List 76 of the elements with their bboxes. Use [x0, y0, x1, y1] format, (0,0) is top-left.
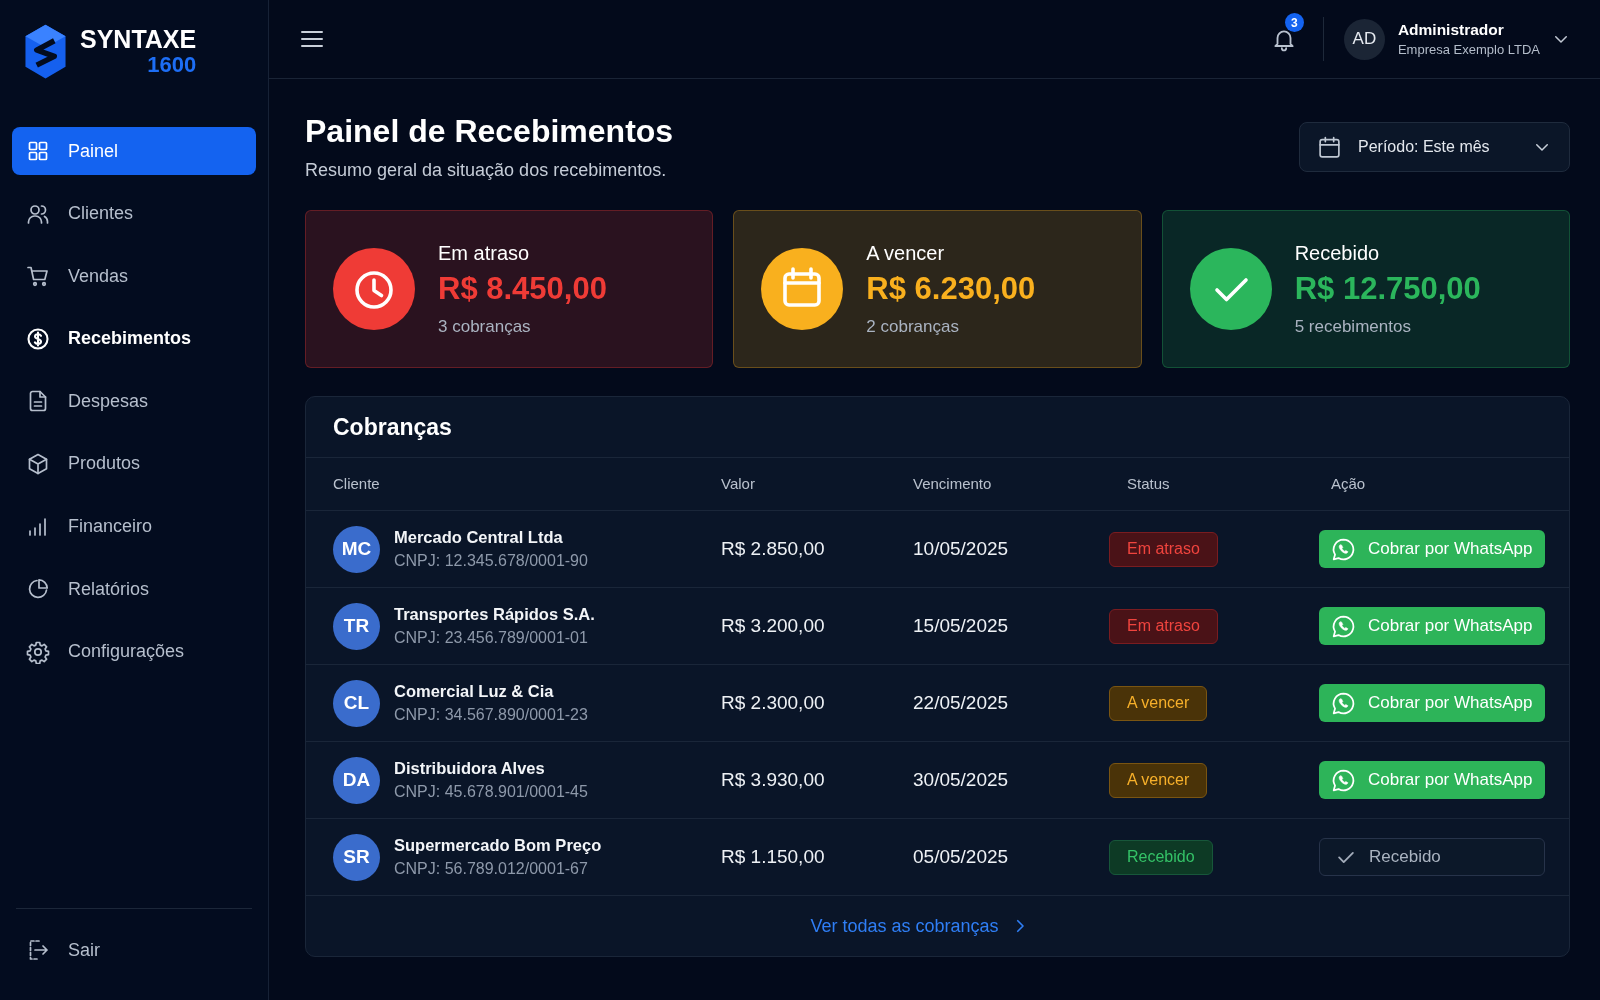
column-header: Ação	[1331, 475, 1366, 492]
status-badge: A vencer	[1109, 762, 1208, 798]
card-label: Recebido	[1294, 241, 1381, 266]
client-avatar: SR	[333, 833, 380, 881]
whatsapp-icon	[1331, 690, 1356, 716]
amount-cell: R$ 3.200,00	[721, 615, 825, 637]
sidebar-item[interactable]: Relatórios	[12, 565, 256, 614]
client-avatar: TR	[333, 602, 380, 650]
view-all-link[interactable]: Ver todas as cobranças	[810, 915, 1029, 937]
user-avatar[interactable]: AD	[1343, 18, 1385, 60]
client-avatar: DA	[333, 756, 380, 804]
cube-icon	[26, 451, 50, 476]
card-label: A vencer	[866, 241, 946, 266]
client-cnpj: CNPJ: 45.678.901/0001-45	[394, 782, 588, 802]
logo-text: SYNTAXE	[80, 25, 197, 53]
status-badge: A vencer	[1109, 685, 1208, 721]
sidebar-item[interactable]: Clientes	[12, 189, 256, 238]
card-amount: R$ 6.230,00	[866, 270, 1036, 308]
page-subtitle: Resumo geral da situação dos recebimentos.	[305, 159, 668, 182]
whatsapp-icon	[1331, 767, 1356, 793]
status-badge: Em atraso	[1109, 608, 1218, 644]
settings-icon	[26, 639, 50, 664]
card-amount: R$ 12.750,00	[1294, 270, 1481, 308]
sidebar-item[interactable]: Vendas	[12, 252, 256, 301]
date-cell: 15/05/2025	[913, 615, 1009, 637]
user-name: Administrador	[1397, 20, 1505, 39]
date-cell: 10/05/2025	[913, 538, 1009, 560]
amount-cell: R$ 3.930,00	[721, 769, 825, 791]
client-name: Mercado Central Ltda	[394, 527, 564, 547]
page-title: Painel de Recebimentos	[305, 112, 674, 150]
card-detail: 2 cobranças	[866, 316, 960, 338]
client-cnpj: CNPJ: 34.567.890/0001-23	[394, 705, 588, 725]
client-name: Distribuidora Alves	[394, 758, 546, 778]
amount-cell: R$ 2.300,00	[721, 692, 825, 714]
sidebar-item[interactable]: Despesas	[12, 377, 256, 426]
whatsapp-icon	[1331, 613, 1356, 639]
whatsapp-icon	[1331, 536, 1356, 562]
status-badge: Recebido	[1109, 839, 1213, 875]
column-header: Vencimento	[913, 475, 992, 492]
sidebar-item[interactable]: Painel	[12, 127, 256, 175]
client-avatar: MC	[333, 525, 380, 573]
column-header: Cliente	[333, 475, 380, 492]
period-dropdown[interactable]: Período: Este mês	[1299, 122, 1570, 172]
calendar-icon	[1317, 134, 1342, 160]
sidebar-item[interactable]: Recebimentos	[12, 314, 256, 363]
card-detail: 5 recebimentos	[1294, 316, 1412, 338]
amount-cell: R$ 2.850,00	[721, 538, 825, 560]
company-name: Empresa Exemplo LTDA	[1397, 41, 1540, 58]
date-cell: 05/05/2025	[913, 846, 1009, 868]
sidebar-item[interactable]: Produtos	[12, 439, 256, 488]
notification-badge: 3	[1284, 13, 1304, 32]
logo-number: 1600	[147, 53, 197, 77]
sidebar-item[interactable]: Sair	[12, 926, 252, 974]
date-cell: 30/05/2025	[913, 769, 1009, 791]
client-name: Supermercado Bom Preço	[394, 835, 602, 855]
date-cell: 22/05/2025	[913, 692, 1009, 714]
sidebar-item[interactable]: Financeiro	[12, 502, 256, 551]
client-avatar: CL	[333, 679, 380, 727]
column-header: Valor	[721, 475, 755, 492]
card-amount: R$ 8.450,00	[438, 270, 607, 308]
dollar-icon	[26, 326, 50, 351]
card-detail: 3 cobranças	[438, 316, 532, 338]
sidebar-item[interactable]: Configurações	[12, 627, 256, 676]
card-label: Em atraso	[438, 241, 531, 266]
column-header: Status	[1127, 475, 1170, 492]
grid-icon	[26, 139, 50, 163]
client-cnpj: CNPJ: 12.345.678/0001-90	[394, 551, 588, 571]
amount-cell: R$ 1.150,00	[721, 846, 825, 868]
status-badge: Em atraso	[1109, 531, 1218, 567]
cart-icon	[26, 264, 50, 289]
client-name: Transportes Rápidos S.A.	[394, 604, 595, 624]
client-name: Comercial Luz & Cia	[394, 681, 555, 701]
hexagon-logo-icon	[24, 22, 67, 80]
client-cnpj: CNPJ: 23.456.789/0001-01	[394, 628, 589, 648]
panel-title: Cobranças	[333, 413, 452, 441]
client-cnpj: CNPJ: 56.789.012/0001-67	[394, 859, 589, 879]
